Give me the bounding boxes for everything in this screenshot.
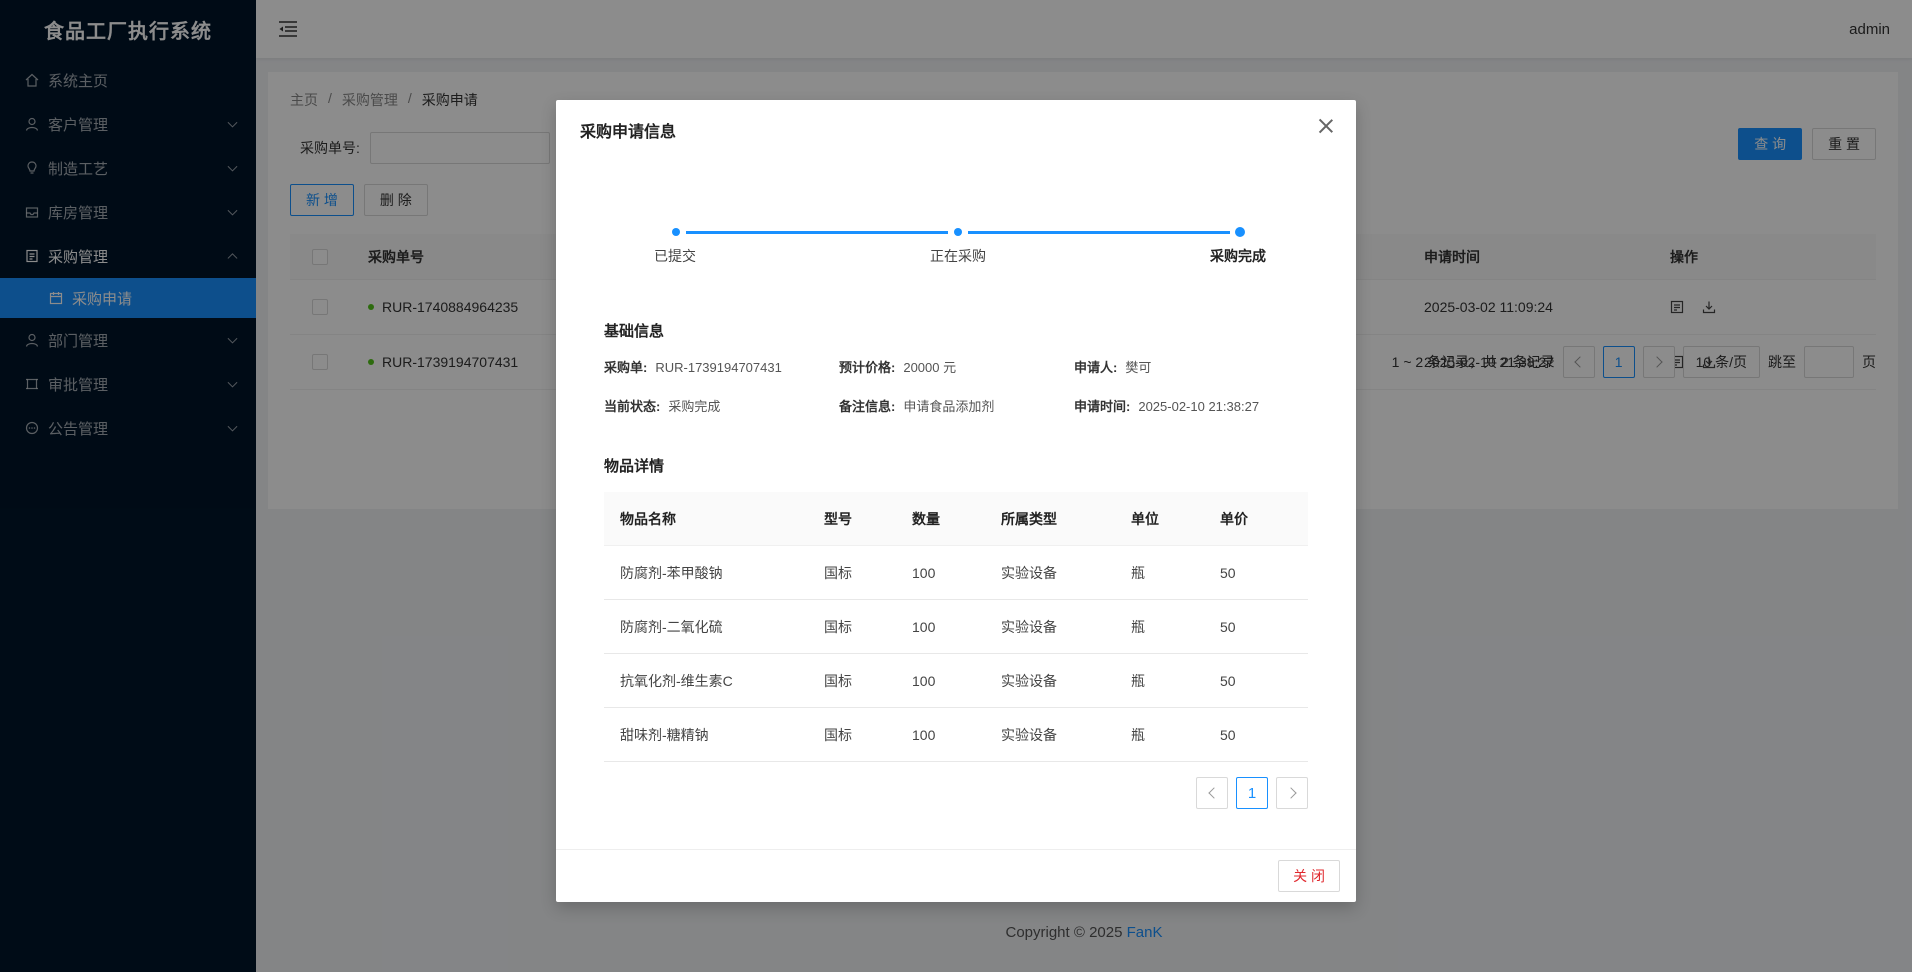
column-model: 型号 xyxy=(824,510,852,527)
info-key: 申请人: xyxy=(1074,360,1118,375)
step-dot xyxy=(672,228,680,236)
cell-price: 50 xyxy=(1220,726,1236,743)
next-page-button[interactable] xyxy=(1276,777,1308,809)
page-button[interactable]: 1 xyxy=(1236,777,1268,809)
chevron-right-icon xyxy=(1284,787,1297,799)
column-price: 单价 xyxy=(1220,510,1248,527)
column-unit: 单位 xyxy=(1131,510,1159,527)
info-remark: 备注信息: 申请食品添加剂 xyxy=(839,396,994,415)
close-icon[interactable] xyxy=(1318,118,1334,134)
cell-type: 实验设备 xyxy=(1001,564,1057,581)
table-row: 防腐剂-苯甲酸钠 国标 100 实验设备 瓶 50 xyxy=(604,546,1308,600)
info-value: 20000 元 xyxy=(903,360,957,375)
cell-unit: 瓶 xyxy=(1131,672,1145,689)
info-value: 2025-02-10 21:38:27 xyxy=(1138,399,1260,414)
items-table-header: 物品名称 型号 数量 所属类型 单位 单价 xyxy=(604,492,1308,546)
cell-unit: 瓶 xyxy=(1131,726,1145,743)
cell-quantity: 100 xyxy=(912,564,936,581)
progress-steps: 已提交 正在采购 采购完成 xyxy=(556,220,1356,270)
info-status: 当前状态: 采购完成 xyxy=(604,396,720,415)
basic-info-title: 基础信息 xyxy=(604,323,665,340)
step-connector xyxy=(686,231,948,234)
cell-price: 50 xyxy=(1220,618,1236,635)
cell-model: 国标 xyxy=(824,618,852,635)
info-applicant: 申请人: 樊可 xyxy=(1074,357,1151,376)
cell-name: 甜味剂-糖精钠 xyxy=(620,726,709,743)
table-row: 甜味剂-糖精钠 国标 100 实验设备 瓶 50 xyxy=(604,708,1308,762)
cell-name: 防腐剂-二氧化硫 xyxy=(620,618,723,635)
info-key: 采购单: xyxy=(604,360,648,375)
modal-title: 采购申请信息 xyxy=(580,124,677,141)
purchase-detail-modal: 采购申请信息 已提交 正在采购 采购完成 基础信息 采购单: RUR-173919… xyxy=(556,100,1356,902)
items-pager: 1 xyxy=(1196,777,1308,809)
cell-quantity: 100 xyxy=(912,618,936,635)
close-button[interactable]: 关 闭 xyxy=(1278,860,1340,892)
info-time: 申请时间: 2025-02-10 21:38:27 xyxy=(1074,396,1259,415)
table-row: 抗氧化剂-维生素C 国标 100 实验设备 瓶 50 xyxy=(604,654,1308,708)
step-completed: 采购完成 xyxy=(1210,248,1266,264)
items-table: 物品名称 型号 数量 所属类型 单位 单价 防腐剂-苯甲酸钠 国标 100 实验… xyxy=(604,492,1308,762)
prev-page-button[interactable] xyxy=(1196,777,1228,809)
step-connector xyxy=(968,231,1230,234)
cell-type: 实验设备 xyxy=(1001,726,1057,743)
info-key: 申请时间: xyxy=(1074,399,1131,414)
cell-type: 实验设备 xyxy=(1001,618,1057,635)
cell-type: 实验设备 xyxy=(1001,672,1057,689)
cell-price: 50 xyxy=(1220,672,1236,689)
cell-unit: 瓶 xyxy=(1131,618,1145,635)
items-title: 物品详情 xyxy=(604,458,665,475)
cell-quantity: 100 xyxy=(912,726,936,743)
cell-quantity: 100 xyxy=(912,672,936,689)
cell-unit: 瓶 xyxy=(1131,564,1145,581)
step-dot xyxy=(1235,227,1245,237)
column-name: 物品名称 xyxy=(620,510,676,527)
info-value: 采购完成 xyxy=(668,399,721,414)
info-key: 当前状态: xyxy=(604,399,661,414)
info-order: 采购单: RUR-1739194707431 xyxy=(604,357,782,376)
info-key: 备注信息: xyxy=(839,399,896,414)
table-row: 防腐剂-二氧化硫 国标 100 实验设备 瓶 50 xyxy=(604,600,1308,654)
step-dot xyxy=(954,228,962,236)
info-key: 预计价格: xyxy=(839,360,896,375)
cell-price: 50 xyxy=(1220,564,1236,581)
cell-model: 国标 xyxy=(824,672,852,689)
info-price: 预计价格: 20000 元 xyxy=(839,357,956,376)
cell-model: 国标 xyxy=(824,564,852,581)
info-value: 樊可 xyxy=(1125,360,1152,375)
cell-name: 防腐剂-苯甲酸钠 xyxy=(620,564,723,581)
step-submitted: 已提交 xyxy=(654,248,696,264)
chevron-left-icon xyxy=(1207,787,1220,799)
info-value: RUR-1739194707431 xyxy=(655,360,782,375)
column-type: 所属类型 xyxy=(1001,510,1057,527)
cell-name: 抗氧化剂-维生素C xyxy=(620,672,733,689)
step-purchasing: 正在采购 xyxy=(930,248,986,264)
modal-footer: 关 闭 xyxy=(556,849,1356,902)
column-quantity: 数量 xyxy=(912,510,940,527)
info-value: 申请食品添加剂 xyxy=(903,399,995,414)
cell-model: 国标 xyxy=(824,726,852,743)
